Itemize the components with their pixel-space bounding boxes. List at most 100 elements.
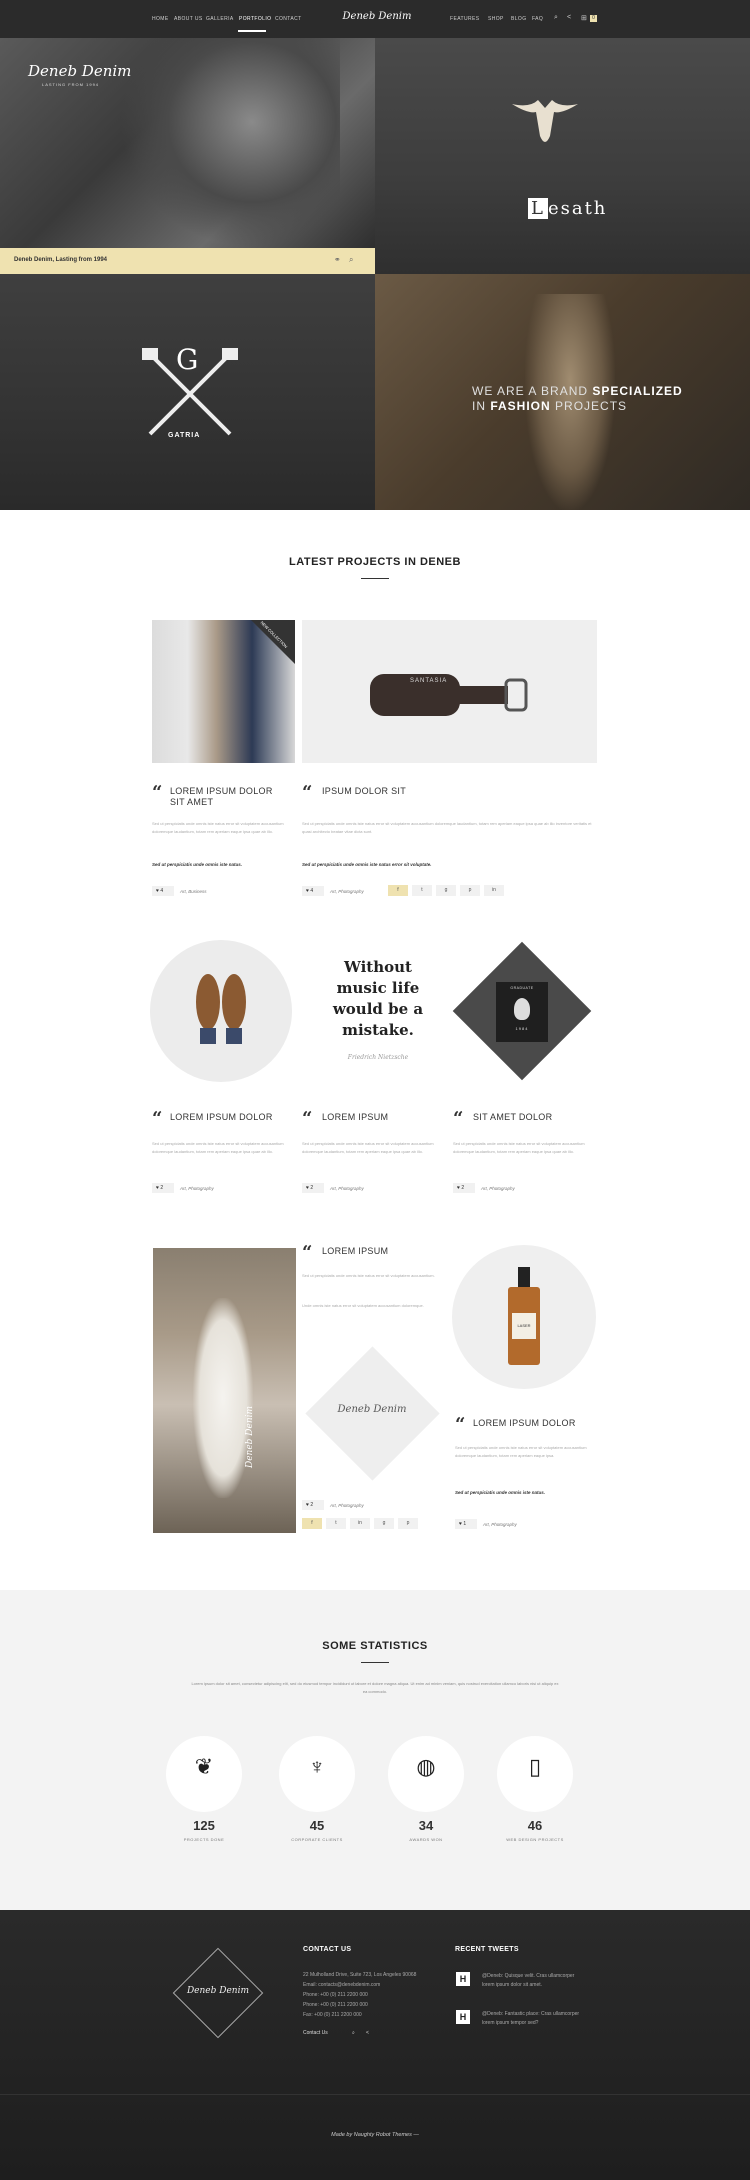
tweet-text[interactable]: @Deneb: Fantastic place: Cras ullamcorpe… bbox=[482, 2010, 582, 2028]
like-button[interactable]: ♥ 4 bbox=[302, 886, 324, 896]
link-icon[interactable]: ⚭ bbox=[334, 255, 341, 264]
card-category[interactable]: Art, Photography bbox=[330, 1503, 430, 1508]
card-category[interactable]: Art, Photography bbox=[483, 1522, 583, 1527]
like-button[interactable]: ♥ 2 bbox=[302, 1500, 324, 1510]
card-category[interactable]: Art, Photography bbox=[330, 1186, 430, 1191]
share-icon[interactable]: < bbox=[366, 2030, 369, 2036]
like-button[interactable]: ♥ 2 bbox=[453, 1183, 475, 1193]
linkedin-icon[interactable]: in bbox=[350, 1518, 370, 1529]
deer-icon: ♆ bbox=[308, 1754, 326, 1779]
card-text-2: Unde omnis iste natus error sit voluptat… bbox=[302, 1303, 424, 1308]
nav-features[interactable]: FEATURES bbox=[450, 16, 480, 22]
stat-circle: ♆ bbox=[279, 1736, 355, 1812]
footer bbox=[0, 1910, 750, 2180]
tweet-text[interactable]: @Deneb: Quisque velit. Cras ullamcorper … bbox=[482, 1972, 582, 1990]
twitter-icon[interactable]: t bbox=[326, 1518, 346, 1529]
contact-email[interactable]: Email: contacts@denebdenim.com bbox=[303, 1982, 380, 1988]
top-nav: HOME ABOUT US GALLERIA PORTFOLIO CONTACT… bbox=[0, 0, 750, 38]
cart-icon[interactable]: ⊞ bbox=[581, 14, 587, 22]
skull-icon bbox=[512, 100, 578, 142]
recent-tweets-heading: RECENT TWEETS bbox=[455, 1946, 519, 1953]
quote-text: Without music life would be a mistake. bbox=[332, 958, 424, 1039]
contact-fax: Fax: +00 (0) 211 2200 000 bbox=[303, 2012, 362, 2018]
card-category[interactable]: Art, Business bbox=[180, 889, 280, 894]
search-icon[interactable]: ⌕ bbox=[352, 2030, 355, 2036]
wolf-badge-icon: GRADUATE 1984 bbox=[496, 982, 548, 1042]
card-title[interactable]: LOREM IPSUM bbox=[322, 1246, 442, 1257]
card-category[interactable]: Art, Photography bbox=[330, 889, 390, 894]
nav-shop[interactable]: SHOP bbox=[488, 16, 504, 22]
tweet-avatar-icon: H bbox=[456, 2010, 470, 2024]
search-icon[interactable]: ⌕ bbox=[554, 14, 558, 22]
like-button[interactable]: ♥ 2 bbox=[302, 1183, 324, 1193]
card-title[interactable]: LOREM IPSUM DOLOR SIT AMET bbox=[170, 786, 290, 808]
shoes-image[interactable] bbox=[150, 940, 292, 1082]
tweet-avatar-icon: H bbox=[456, 1972, 470, 1986]
nav-galleria[interactable]: GALLERIA bbox=[206, 16, 234, 22]
card-text: Sed ut perspiciatis unde omnis iste natu… bbox=[455, 1445, 587, 1458]
badge-year: 1984 bbox=[515, 1026, 529, 1031]
wedding-script: Deneb Denim bbox=[245, 1405, 255, 1468]
hero-tile-lesath[interactable] bbox=[375, 38, 750, 274]
like-button[interactable]: ♥ 4 bbox=[152, 886, 174, 896]
google-plus-icon[interactable]: g bbox=[436, 885, 456, 896]
stat-label: PROJECTS DONE bbox=[183, 1837, 225, 1842]
card-title[interactable]: IPSUM DOLOR SIT bbox=[322, 786, 522, 797]
card-text: Sed ut perspiciatis unde omnis iste natu… bbox=[302, 821, 592, 834]
share-icon[interactable]: < bbox=[567, 14, 571, 21]
badge-text: GRADUATE bbox=[510, 986, 534, 990]
nav-about[interactable]: ABOUT US bbox=[174, 16, 203, 22]
nav-portfolio[interactable]: PORTFOLIO bbox=[239, 16, 271, 22]
nav-home[interactable]: HOME bbox=[152, 16, 169, 22]
card-italic: Sed ut perspiciatis unde omnis iste natu… bbox=[152, 862, 243, 867]
statistics-title: SOME STATISTICS bbox=[322, 1640, 428, 1652]
cart-count-badge: 0 bbox=[590, 15, 597, 22]
twitter-icon[interactable]: t bbox=[412, 885, 432, 896]
like-button[interactable]: ♥ 1 bbox=[455, 1519, 477, 1529]
google-plus-icon[interactable]: g bbox=[374, 1518, 394, 1529]
diamond-logo: Deneb Denim bbox=[337, 1404, 407, 1415]
stat-circle: ◍ bbox=[388, 1736, 464, 1812]
wolf-icon bbox=[514, 998, 530, 1020]
quote-mark: “ bbox=[455, 1414, 466, 1435]
stat-number: 46 bbox=[527, 1818, 543, 1833]
card-category[interactable]: Art, Photography bbox=[180, 1186, 280, 1191]
quote-mark: “ bbox=[152, 1108, 163, 1129]
nav-blog[interactable]: BLOG bbox=[511, 16, 527, 22]
hero-tile-gatria[interactable] bbox=[0, 274, 375, 510]
linkedin-icon[interactable]: in bbox=[484, 885, 504, 896]
hat-man-image bbox=[120, 38, 340, 248]
wedding-image[interactable]: Deneb Denim bbox=[153, 1248, 296, 1533]
search-icon[interactable]: ⌕ bbox=[349, 255, 353, 265]
quote-mark: “ bbox=[152, 782, 163, 803]
card-title[interactable]: LOREM IPSUM bbox=[322, 1112, 442, 1123]
facebook-icon[interactable]: f bbox=[302, 1518, 322, 1529]
hero-logo-sub: LASTING FROM 1994 bbox=[42, 82, 100, 87]
nav-faq[interactable]: FAQ bbox=[532, 16, 543, 22]
globe-icon: ◍ bbox=[416, 1754, 436, 1779]
stat-label: CORPORATE CLIENTS bbox=[291, 1837, 343, 1842]
contact-us-link[interactable]: Contact Us bbox=[303, 2030, 328, 2036]
pinterest-icon[interactable]: p bbox=[398, 1518, 418, 1529]
card-title[interactable]: LOREM IPSUM DOLOR bbox=[170, 1112, 290, 1123]
card-text: Sed ut perspiciatis unde omnis iste natu… bbox=[302, 1273, 435, 1278]
stat-circle: ▯ bbox=[497, 1736, 573, 1812]
nav-contact[interactable]: CONTACT bbox=[275, 16, 302, 22]
bottle-image[interactable]: SANTASIA bbox=[302, 620, 597, 763]
card-title[interactable]: SIT AMET DOLOR bbox=[473, 1112, 593, 1123]
like-button[interactable]: ♥ 2 bbox=[152, 1183, 174, 1193]
pinterest-icon[interactable]: p bbox=[460, 885, 480, 896]
card-title[interactable]: LOREM IPSUM DOLOR bbox=[473, 1418, 603, 1429]
contact-heading: CONTACT US bbox=[303, 1946, 352, 1953]
footer-logo[interactable]: Deneb Denim bbox=[178, 1986, 258, 1996]
card-category[interactable]: Art, Photography bbox=[481, 1186, 581, 1191]
facebook-icon[interactable]: f bbox=[388, 885, 408, 896]
whiskey-bottle-icon bbox=[508, 1267, 540, 1365]
whiskey-image[interactable]: LASER bbox=[452, 1245, 596, 1389]
hero-tagline: WE ARE A BRAND SPECIALIZED IN FASHION PRO… bbox=[472, 384, 683, 413]
phone-icon: ▯ bbox=[528, 1754, 542, 1779]
whiskey-label: LASER bbox=[517, 1323, 531, 1328]
collection-ribbon bbox=[251, 620, 295, 664]
nav-logo[interactable]: Deneb Denim bbox=[340, 11, 414, 22]
beard-man-image[interactable]: NEW COLLECTION bbox=[152, 620, 295, 763]
